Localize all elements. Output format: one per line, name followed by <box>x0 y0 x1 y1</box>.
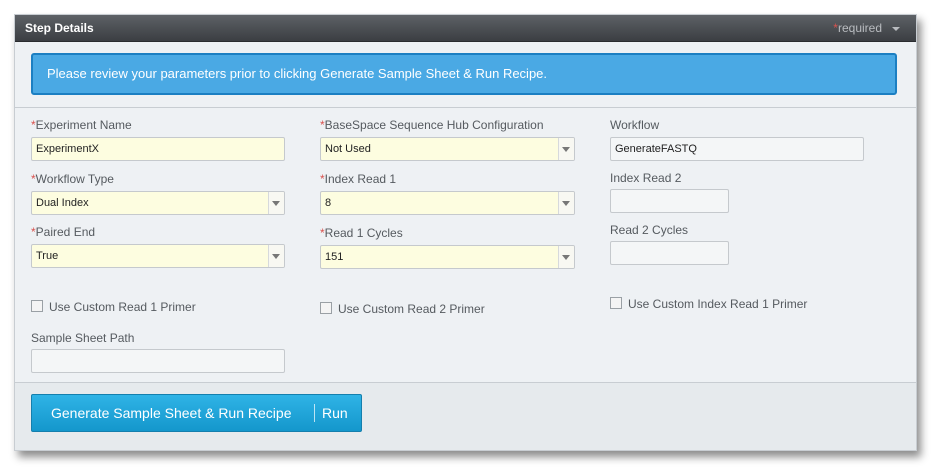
index-read-2-input[interactable] <box>610 189 729 213</box>
read-1-cycles-label: *Read 1 Cycles <box>320 226 403 240</box>
basespace-config-select[interactable]: Not Used <box>320 137 575 161</box>
custom-read1-primer-checkbox[interactable] <box>31 300 43 312</box>
label-text: Paired End <box>35 225 96 239</box>
chevron-down-icon[interactable] <box>558 246 574 268</box>
label-text: BaseSpace Sequence Hub Configuration <box>324 118 544 132</box>
basespace-config-label: *BaseSpace Sequence Hub Configuration <box>320 118 544 132</box>
workflow-type-value: Dual Index <box>36 197 89 209</box>
custom-read2-primer-checkbox[interactable] <box>320 302 332 314</box>
paired-end-label: *Paired End <box>31 225 95 239</box>
custom-read2-primer-option[interactable]: Use Custom Read 2 Primer <box>320 302 485 318</box>
button-separator <box>314 404 315 422</box>
divider-top <box>15 107 916 108</box>
generate-sample-sheet-run-button[interactable]: Generate Sample Sheet & Run Recipe Run <box>31 394 362 432</box>
label-text: Workflow Type <box>35 172 114 186</box>
review-info-banner: Please review your parameters prior to c… <box>31 53 897 95</box>
sample-sheet-path-label: Sample Sheet Path <box>31 331 135 345</box>
review-info-message: Please review your parameters prior to c… <box>47 66 548 81</box>
custom-index-read1-primer-checkbox[interactable] <box>610 297 622 309</box>
workflow-value: GenerateFASTQ <box>615 143 697 155</box>
custom-index-read1-primer-label: Use Custom Index Read 1 Primer <box>628 297 808 311</box>
sample-sheet-path-input[interactable] <box>31 349 285 373</box>
index-read-2-label: Index Read 2 <box>610 171 682 185</box>
experiment-name-value: ExperimentX <box>36 143 99 155</box>
custom-index-read1-primer-option[interactable]: Use Custom Index Read 1 Primer <box>610 297 807 313</box>
paired-end-select[interactable]: True <box>31 244 285 268</box>
read-1-cycles-select[interactable]: 151 <box>320 245 575 269</box>
read-1-cycles-value: 151 <box>325 251 344 263</box>
experiment-name-input[interactable]: ExperimentX <box>31 137 285 161</box>
workflow-type-select[interactable]: Dual Index <box>31 191 285 215</box>
label-text: Experiment Name <box>35 118 132 132</box>
panel-title: Step Details <box>25 21 94 35</box>
index-read-1-value: 8 <box>325 197 332 209</box>
custom-read1-primer-label: Use Custom Read 1 Primer <box>49 300 196 314</box>
custom-read1-primer-option[interactable]: Use Custom Read 1 Primer <box>31 300 196 316</box>
experiment-name-label: *Experiment Name <box>31 118 132 132</box>
chevron-down-icon[interactable] <box>890 23 902 35</box>
action-bar: Generate Sample Sheet & Run Recipe Run <box>15 383 916 450</box>
label-text: Read 1 Cycles <box>324 226 403 240</box>
paired-end-value: True <box>36 250 59 262</box>
workflow-type-label: *Workflow Type <box>31 172 114 186</box>
read-2-cycles-input[interactable] <box>610 241 729 265</box>
chevron-down-icon[interactable] <box>268 245 284 267</box>
label-text: Index Read 1 <box>324 172 397 186</box>
chevron-down-icon[interactable] <box>558 138 574 160</box>
custom-read2-primer-label: Use Custom Read 2 Primer <box>338 302 485 316</box>
workflow-label: Workflow <box>610 118 660 132</box>
index-read-1-select[interactable]: 8 <box>320 191 575 215</box>
required-legend: *required <box>833 21 882 35</box>
basespace-config-value: Not Used <box>325 143 371 155</box>
generate-label: Generate Sample Sheet & Run Recipe <box>51 405 292 421</box>
run-label[interactable]: Run <box>322 405 348 421</box>
chevron-down-icon[interactable] <box>558 192 574 214</box>
chevron-down-icon[interactable] <box>268 192 284 214</box>
workflow-field: GenerateFASTQ <box>610 137 864 161</box>
required-label: required <box>837 21 882 35</box>
read-2-cycles-label: Read 2 Cycles <box>610 223 689 237</box>
panel-header: Step Details *required <box>15 15 916 42</box>
index-read-1-label: *Index Read 1 <box>320 172 396 186</box>
step-details-panel: Step Details *required Please review you… <box>14 14 917 451</box>
